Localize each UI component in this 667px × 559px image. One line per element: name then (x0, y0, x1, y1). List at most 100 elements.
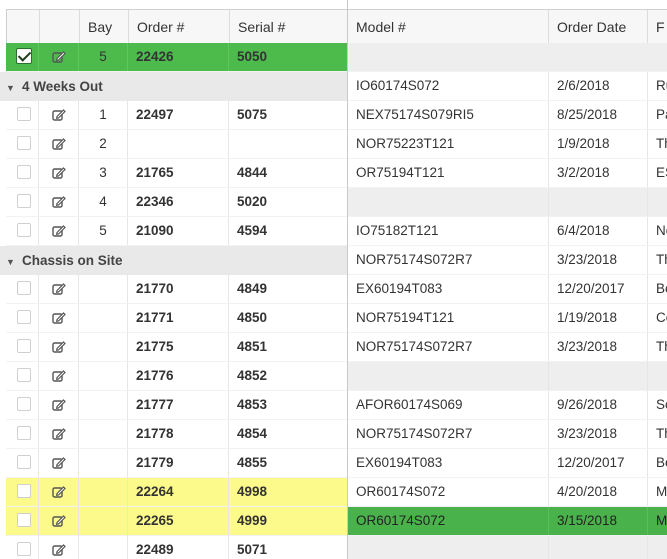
header-f[interactable]: F (648, 10, 667, 44)
table-row[interactable] (348, 43, 667, 72)
row-checkbox[interactable] (17, 542, 31, 556)
edit-icon[interactable] (52, 50, 66, 64)
model-cell (348, 188, 549, 216)
model-cell: NOR75223T121 (348, 130, 549, 158)
f-cell: Ma (656, 484, 667, 499)
table-row[interactable] (348, 536, 667, 559)
edit-icon[interactable] (52, 282, 66, 296)
row-checkbox[interactable] (17, 281, 31, 295)
table-row[interactable]: NOR75194T1211/19/2018 Ce (348, 304, 667, 333)
row-checkbox[interactable] (17, 310, 31, 324)
table-row[interactable]: NOR75174S072R73/23/2018 Th (348, 333, 667, 362)
edit-icon[interactable] (52, 485, 66, 499)
table-row[interactable]: 22489 5071 (6, 536, 347, 559)
bay-cell: 3 (79, 159, 128, 187)
bay-cell (79, 536, 128, 559)
table-row[interactable]: 5 22426 5050 (6, 43, 347, 72)
header-select[interactable] (7, 10, 40, 44)
header-order[interactable]: Order # (129, 10, 230, 44)
f-cell: Ru (656, 78, 667, 93)
order-date-cell: 12/20/2017 (549, 275, 648, 303)
table-row[interactable]: EX60194T08312/20/2017 Be (348, 449, 667, 478)
scrollable-columns-pane: Model # Order Date F IO60174S072 2/6/2018… (348, 0, 667, 559)
bay-cell (79, 333, 128, 361)
table-row[interactable]: NOR75223T1211/9/2018 Th (348, 130, 667, 159)
row-checkbox[interactable] (17, 194, 31, 208)
f-cell: ES (656, 165, 667, 180)
table-row[interactable]: AFOR60174S0699/26/2018 So (348, 391, 667, 420)
group-header[interactable]: ▼ Chassis on Site (0, 246, 347, 275)
table-row[interactable]: 5 21090 4594 (6, 217, 347, 246)
edit-icon[interactable] (52, 514, 66, 528)
table-row[interactable]: 4 22346 5020 (6, 188, 347, 217)
table-row[interactable]: 21776 4852 (6, 362, 347, 391)
edit-icon[interactable] (52, 456, 66, 470)
edit-icon[interactable] (52, 195, 66, 209)
bay-cell: 2 (79, 130, 128, 158)
table-row[interactable]: 21777 4853 (6, 391, 347, 420)
header-order-date[interactable]: Order Date (549, 10, 648, 44)
edit-cell (39, 43, 79, 71)
table-row[interactable]: IO60174S0722/6/2018 Ru (348, 72, 667, 101)
header-model[interactable]: Model # (348, 10, 549, 44)
edit-icon[interactable] (52, 398, 66, 412)
table-row[interactable]: EX60194T08312/20/2017 Be (348, 275, 667, 304)
group-label[interactable]: ▼ 4 Weeks Out (6, 72, 103, 101)
row-checkbox[interactable] (16, 48, 32, 64)
table-row[interactable]: 21771 4850 (6, 304, 347, 333)
select-cell (6, 536, 39, 559)
f-cell: Th (656, 252, 667, 267)
table-row[interactable]: NOR75174S072R73/23/2018 Th (348, 246, 667, 275)
table-row[interactable]: OR75194T1213/2/2018 ES (348, 159, 667, 188)
edit-icon[interactable] (52, 427, 66, 441)
row-checkbox[interactable] (17, 107, 31, 121)
table-row[interactable]: 21770 4849 (6, 275, 347, 304)
header-serial[interactable]: Serial # (230, 10, 348, 44)
table-row[interactable]: 21775 4851 (6, 333, 347, 362)
table-row[interactable]: 21778 4854 (6, 420, 347, 449)
row-checkbox[interactable] (17, 136, 31, 150)
edit-icon[interactable] (52, 137, 66, 151)
table-row[interactable]: NOR75174S072R73/23/2018 Th (348, 420, 667, 449)
table-row[interactable]: 22265 4999 (6, 507, 347, 536)
table-row[interactable]: 22264 4998 (6, 478, 347, 507)
row-checkbox[interactable] (17, 368, 31, 382)
triangle-down-icon[interactable]: ▼ (6, 248, 22, 277)
table-row[interactable]: OR60174S0723/15/2018 Ma (348, 507, 667, 536)
edit-icon[interactable] (52, 311, 66, 325)
table-row[interactable]: 21779 4855 (6, 449, 347, 478)
row-checkbox[interactable] (17, 223, 31, 237)
row-checkbox[interactable] (17, 484, 31, 498)
table-row[interactable]: 1 22497 5075 (6, 101, 347, 130)
triangle-down-icon[interactable]: ▼ (6, 74, 22, 103)
serial-cell: 4854 (237, 426, 268, 441)
order-cell: 21777 (128, 391, 229, 419)
edit-icon[interactable] (52, 166, 66, 180)
header-bay[interactable]: Bay (80, 10, 129, 44)
group-header[interactable]: ▼ 4 Weeks Out (0, 72, 347, 101)
table-row[interactable]: 2 (6, 130, 347, 159)
row-checkbox[interactable] (17, 455, 31, 469)
table-row[interactable] (348, 362, 667, 391)
group-label[interactable]: ▼ Chassis on Site (6, 246, 123, 275)
table-row[interactable] (348, 188, 667, 217)
row-checkbox[interactable] (17, 397, 31, 411)
header-edit[interactable] (40, 10, 80, 44)
edit-icon[interactable] (52, 369, 66, 383)
table-row[interactable]: NEX75174S079RI58/25/2018 Pa (348, 101, 667, 130)
table-row[interactable]: OR60174S0724/20/2018 Ma (348, 478, 667, 507)
edit-icon[interactable] (52, 108, 66, 122)
model-cell: AFOR60174S069 (348, 391, 549, 419)
row-checkbox[interactable] (17, 165, 31, 179)
edit-icon[interactable] (52, 543, 66, 557)
edit-icon[interactable] (52, 224, 66, 238)
row-checkbox[interactable] (17, 513, 31, 527)
row-checkbox[interactable] (17, 426, 31, 440)
edit-icon[interactable] (52, 340, 66, 354)
order-date-cell: 2/6/2018 (549, 72, 648, 100)
table-row[interactable]: 3 21765 4844 (6, 159, 347, 188)
order-date-cell: 1/19/2018 (549, 304, 648, 332)
table-row[interactable]: IO75182T1216/4/2018 No (348, 217, 667, 246)
order-cell: 21771 (128, 304, 229, 332)
row-checkbox[interactable] (17, 339, 31, 353)
